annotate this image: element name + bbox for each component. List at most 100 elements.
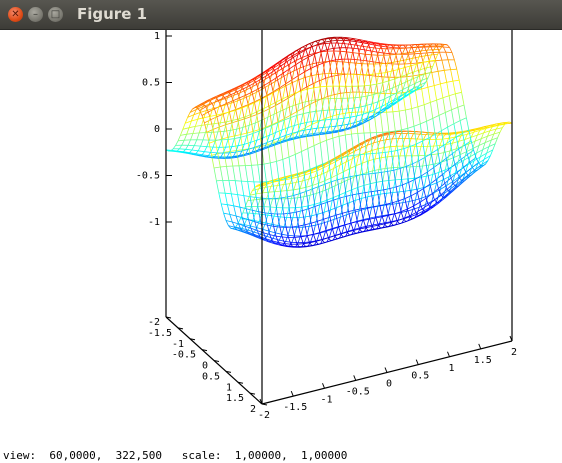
mesh-line bbox=[189, 149, 193, 153]
mesh-line bbox=[281, 236, 285, 244]
mesh-line bbox=[418, 160, 422, 176]
mesh-line bbox=[191, 149, 199, 152]
mesh-line bbox=[279, 207, 284, 218]
mesh-line bbox=[216, 116, 220, 128]
mesh-line bbox=[359, 105, 366, 108]
mesh-line bbox=[453, 120, 461, 125]
mesh-line bbox=[314, 206, 318, 222]
surface-plot[interactable]: 10.50-0.5-1-2-1.5-1-0.500.511.52-2-1.5-1… bbox=[0, 30, 562, 450]
mesh-line bbox=[269, 198, 273, 208]
mesh-line bbox=[317, 202, 321, 215]
mesh-line bbox=[334, 159, 338, 180]
mesh-line bbox=[412, 163, 416, 180]
mesh-line bbox=[257, 99, 261, 112]
mesh-line bbox=[387, 155, 394, 158]
mesh-line bbox=[314, 44, 318, 54]
minimize-icon[interactable]: – bbox=[28, 7, 43, 22]
mesh-line bbox=[318, 51, 322, 63]
mesh-line bbox=[362, 105, 366, 115]
mesh-line bbox=[210, 152, 217, 154]
mesh-line bbox=[247, 229, 255, 233]
mesh-line bbox=[415, 90, 419, 107]
mesh-line bbox=[246, 208, 253, 211]
mesh-line bbox=[286, 207, 290, 218]
mesh-line bbox=[339, 195, 347, 199]
mesh-line bbox=[416, 140, 423, 145]
mesh-line bbox=[298, 226, 302, 237]
z-tick-label: 0.5 bbox=[142, 78, 160, 89]
mesh-line bbox=[335, 215, 339, 227]
mesh-line bbox=[331, 228, 335, 237]
mesh-line bbox=[189, 126, 196, 129]
mesh-line bbox=[244, 105, 249, 117]
maximize-icon[interactable]: □ bbox=[48, 7, 63, 22]
mesh-line bbox=[366, 170, 373, 173]
mesh-line bbox=[243, 219, 248, 225]
mesh-line bbox=[202, 132, 206, 141]
mesh-line bbox=[407, 177, 414, 180]
mesh-line bbox=[297, 243, 304, 245]
mesh-line bbox=[272, 238, 280, 241]
mesh-line bbox=[294, 154, 298, 175]
mesh-line bbox=[413, 133, 420, 135]
mesh-line bbox=[392, 179, 396, 193]
mesh-line bbox=[426, 118, 433, 122]
mesh-line bbox=[379, 181, 384, 195]
mesh-line bbox=[312, 111, 316, 122]
mesh-line bbox=[447, 59, 451, 70]
mesh-line bbox=[457, 104, 465, 108]
mesh-line bbox=[229, 214, 233, 223]
mesh-line bbox=[204, 151, 211, 153]
mesh-line bbox=[386, 80, 390, 91]
mesh-line bbox=[317, 98, 325, 100]
mesh-line bbox=[458, 80, 462, 93]
mesh-line bbox=[423, 176, 427, 188]
mesh-line bbox=[267, 214, 275, 217]
mesh-line bbox=[292, 225, 299, 228]
mesh-line bbox=[218, 192, 222, 204]
mesh-line bbox=[313, 145, 317, 167]
mesh-line bbox=[295, 206, 302, 209]
mesh-line bbox=[407, 65, 411, 75]
right-tick-label: -2 bbox=[258, 410, 270, 421]
mesh-line bbox=[307, 148, 311, 170]
mesh-line bbox=[222, 104, 226, 114]
right-tick-mark bbox=[384, 367, 388, 373]
mesh-line bbox=[428, 132, 431, 134]
mesh-line bbox=[285, 83, 289, 99]
mesh-line bbox=[333, 42, 337, 52]
mesh-line bbox=[288, 82, 292, 96]
mesh-line bbox=[263, 162, 271, 165]
mesh-line bbox=[461, 92, 465, 106]
mesh-line bbox=[288, 53, 292, 56]
mesh-line bbox=[336, 86, 340, 99]
mesh-line bbox=[281, 233, 289, 236]
mesh-line bbox=[285, 235, 289, 242]
mesh-line bbox=[324, 51, 328, 62]
mesh-line bbox=[204, 146, 208, 152]
mesh-line bbox=[219, 124, 226, 128]
mesh-line bbox=[286, 57, 294, 62]
mesh-line bbox=[446, 82, 450, 96]
mesh-line bbox=[301, 148, 308, 152]
mesh-line bbox=[293, 227, 297, 237]
mesh-line bbox=[430, 99, 437, 103]
mesh-line bbox=[385, 204, 389, 216]
mesh-line bbox=[412, 146, 416, 156]
mesh-line bbox=[310, 223, 314, 235]
mesh-line bbox=[447, 123, 455, 128]
mesh-line bbox=[343, 51, 347, 63]
mesh-line bbox=[332, 73, 336, 87]
mesh-line bbox=[411, 106, 419, 109]
mesh-line bbox=[198, 150, 205, 153]
mesh-line bbox=[338, 134, 346, 137]
mesh-line bbox=[305, 179, 309, 188]
mesh-line bbox=[226, 112, 230, 122]
mesh-line bbox=[405, 220, 409, 222]
title-bar[interactable]: ✕ – □ Figure 1 bbox=[0, 0, 562, 30]
mesh-line bbox=[306, 83, 314, 88]
mesh-line bbox=[357, 74, 361, 87]
close-icon[interactable]: ✕ bbox=[8, 7, 23, 22]
mesh-line bbox=[298, 207, 302, 218]
mesh-line bbox=[386, 107, 390, 109]
